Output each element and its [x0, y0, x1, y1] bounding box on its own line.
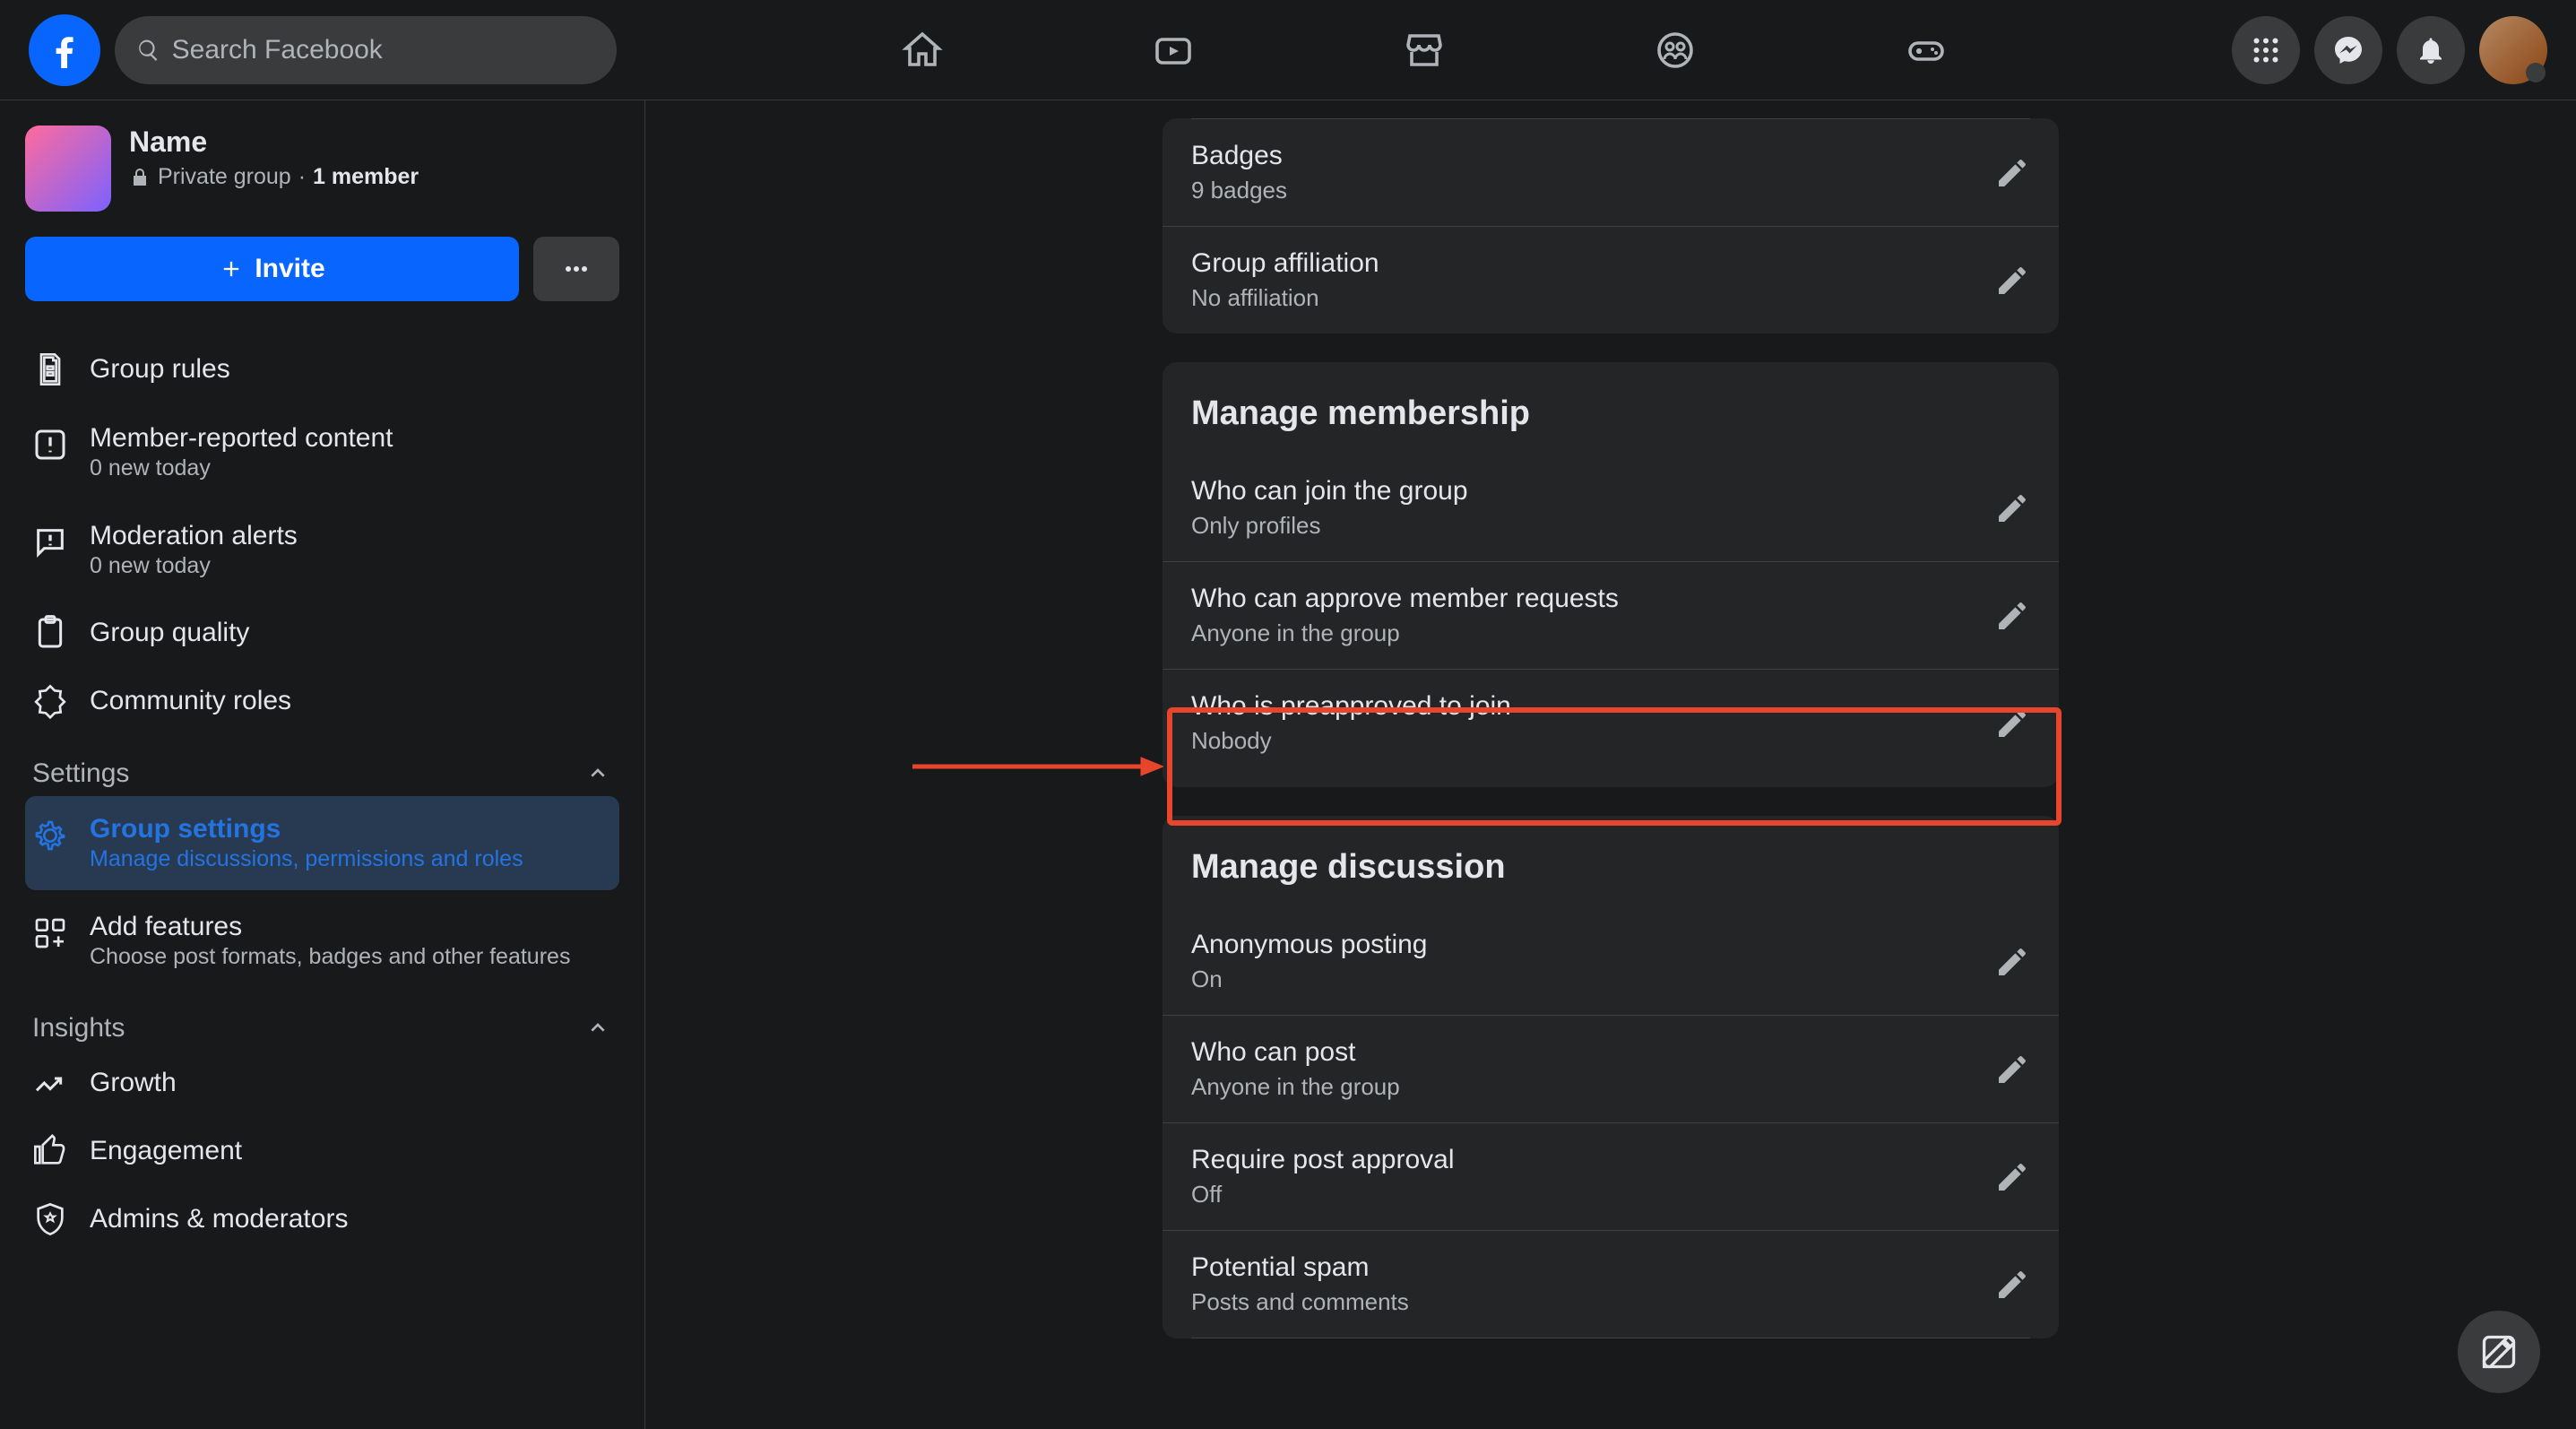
- sidebar-item-growth[interactable]: Growth: [25, 1051, 619, 1115]
- clipboard-icon: [32, 615, 68, 651]
- settings-section-header[interactable]: Settings: [25, 737, 619, 796]
- grid-plus-icon: [32, 915, 68, 951]
- edit-icon[interactable]: [1994, 1267, 2030, 1303]
- card-customize-bottom: Badges 9 badges Group affiliation No aff…: [1163, 118, 2059, 333]
- group-name: Name: [129, 126, 419, 159]
- badge-icon: [32, 683, 68, 719]
- group-meta: Private group · 1 member: [129, 164, 419, 190]
- edit-icon[interactable]: [1994, 944, 2030, 980]
- chevron-up-icon: [583, 759, 612, 788]
- more-button[interactable]: [533, 237, 619, 301]
- row-who-can-approve[interactable]: Who can approve member requests Anyone i…: [1163, 561, 2059, 669]
- sidebar-item-add-features[interactable]: Add features Choose post formats, badges…: [25, 894, 619, 988]
- edit-icon[interactable]: [1994, 1159, 2030, 1195]
- edit-icon[interactable]: [1994, 263, 2030, 299]
- nav-groups[interactable]: [1621, 5, 1729, 95]
- row-who-can-join[interactable]: Who can join the group Only profiles: [1163, 455, 2059, 561]
- card-manage-discussion: Manage discussion Anonymous posting On W…: [1163, 816, 2059, 1338]
- sidebar-item-group-settings[interactable]: Group settings Manage discussions, permi…: [25, 796, 619, 890]
- plus-icon: [219, 256, 244, 281]
- row-require-approval[interactable]: Require post approval Off: [1163, 1122, 2059, 1230]
- top-bar: [0, 0, 2576, 100]
- search-input[interactable]: [172, 35, 595, 65]
- group-header[interactable]: Name Private group · 1 member: [25, 126, 619, 212]
- insights-section-header[interactable]: Insights: [25, 992, 619, 1051]
- notifications-button[interactable]: [2397, 16, 2465, 84]
- facebook-logo[interactable]: [29, 14, 100, 86]
- search-icon: [136, 37, 161, 64]
- edit-icon[interactable]: [1994, 706, 2030, 741]
- row-anonymous-posting[interactable]: Anonymous posting On: [1163, 908, 2059, 1015]
- edit-icon[interactable]: [1994, 598, 2030, 634]
- compose-fab[interactable]: [2458, 1311, 2540, 1393]
- nav-marketplace[interactable]: [1370, 5, 1478, 95]
- top-nav: [631, 5, 2217, 95]
- top-right: [2232, 16, 2547, 84]
- nav-gaming[interactable]: [1872, 5, 1980, 95]
- gear-icon: [32, 818, 68, 853]
- sidebar-item-moderation-alerts[interactable]: Moderation alerts 0 new today: [25, 503, 619, 597]
- shield-star-icon: [32, 1201, 68, 1237]
- account-avatar[interactable]: [2479, 16, 2547, 84]
- sidebar-item-engagement[interactable]: Engagement: [25, 1119, 619, 1183]
- lock-icon: [129, 167, 151, 188]
- messenger-button[interactable]: [2314, 16, 2382, 84]
- alert-square-icon: [32, 427, 68, 463]
- growth-icon: [32, 1065, 68, 1101]
- chevron-up-icon: [583, 1014, 612, 1043]
- edit-icon[interactable]: [1994, 1052, 2030, 1087]
- card-header: Manage discussion: [1163, 816, 2059, 908]
- group-cover-thumb: [25, 126, 111, 212]
- sidebar-item-group-quality[interactable]: Group quality: [25, 601, 619, 665]
- nav-home[interactable]: [869, 5, 976, 95]
- sidebar-item-group-rules[interactable]: Group rules: [25, 337, 619, 402]
- edit-icon[interactable]: [1994, 155, 2030, 191]
- sidebar-item-member-reported[interactable]: Member-reported content 0 new today: [25, 405, 619, 499]
- sidebar-item-community-roles[interactable]: Community roles: [25, 669, 619, 733]
- card-header: Manage membership: [1163, 362, 2059, 455]
- compose-icon: [2479, 1332, 2519, 1372]
- dots-icon: [560, 253, 592, 285]
- card-manage-membership: Manage membership Who can join the group…: [1163, 362, 2059, 787]
- row-potential-spam[interactable]: Potential spam Posts and comments: [1163, 1230, 2059, 1338]
- row-who-can-post[interactable]: Who can post Anyone in the group: [1163, 1015, 2059, 1122]
- sidebar-item-admins-moderators[interactable]: Admins & moderators: [25, 1187, 619, 1251]
- row-affiliation[interactable]: Group affiliation No affiliation: [1163, 226, 2059, 333]
- sidebar: Name Private group · 1 member Invite Gro…: [0, 100, 645, 1429]
- nav-watch[interactable]: [1119, 5, 1227, 95]
- invite-button[interactable]: Invite: [25, 237, 519, 301]
- main-content: Badges 9 badges Group affiliation No aff…: [645, 100, 2576, 1429]
- edit-icon[interactable]: [1994, 490, 2030, 526]
- menu-apps-button[interactable]: [2232, 16, 2300, 84]
- rules-icon: [32, 351, 68, 387]
- search-input-wrap[interactable]: [115, 16, 617, 84]
- row-preapproved[interactable]: Who is preapproved to join Nobody: [1163, 669, 2059, 787]
- thumbs-up-icon: [32, 1133, 68, 1169]
- row-badges[interactable]: Badges 9 badges: [1163, 119, 2059, 226]
- chat-alert-icon: [32, 524, 68, 560]
